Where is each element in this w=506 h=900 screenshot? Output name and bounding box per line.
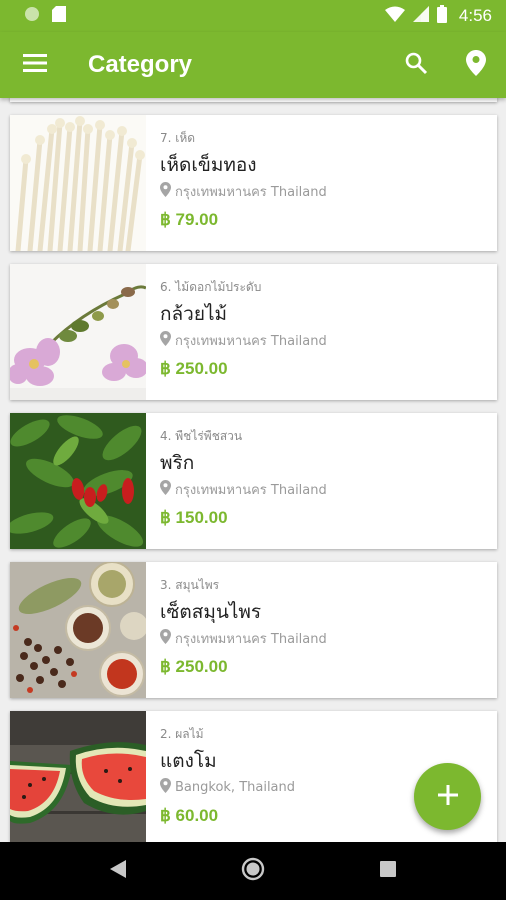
plus-icon: [437, 784, 458, 809]
menu-icon: [23, 53, 47, 77]
system-nav-bar: [0, 842, 506, 900]
chili-plant-image: [10, 413, 146, 549]
home-icon: [241, 857, 265, 885]
item-category: 3. สมุนไพร: [160, 578, 220, 592]
item-list[interactable]: 7. เห็ด เห็ดเข็มทอง กรุงเทพมหานคร Thaila…: [0, 98, 506, 842]
location-pin-icon: [160, 628, 171, 648]
item-category: 6. ไม้ดอกไม้ประดับ: [160, 280, 262, 294]
item-title: พริก: [160, 452, 195, 474]
item-location: กรุงเทพมหานคร Thailand: [175, 631, 327, 647]
status-time: 4:56: [458, 6, 492, 25]
list-item[interactable]: 3. สมุนไพร เซ็ตสมุนไพร กรุงเทพมหานคร Tha…: [10, 562, 497, 698]
item-price: ฿ 79.00: [160, 210, 219, 229]
watermelon-image: [10, 711, 146, 842]
status-bar: 4:56: [0, 0, 506, 32]
item-price: ฿ 250.00: [160, 359, 228, 378]
location-pin-icon: [160, 777, 171, 797]
search-icon: [404, 51, 428, 79]
circle-icon: [24, 6, 40, 26]
item-price: ฿ 250.00: [160, 657, 228, 676]
item-location: กรุงเทพมหานคร Thailand: [175, 184, 327, 200]
item-title: เห็ดเข็มทอง: [160, 154, 257, 176]
sd-card-icon: [52, 6, 66, 26]
recents-button[interactable]: [373, 856, 403, 886]
battery-icon: [436, 5, 447, 27]
item-category: 4. พืชไร่พืชสวน: [160, 429, 243, 443]
item-category: 7. เห็ด: [160, 131, 196, 145]
location-pin-icon: [466, 50, 486, 80]
item-location: กรุงเทพมหานคร Thailand: [175, 333, 327, 349]
location-button[interactable]: [446, 32, 506, 98]
menu-button[interactable]: [0, 32, 70, 98]
item-title: แตงโม: [160, 750, 217, 772]
item-price: ฿ 150.00: [160, 508, 228, 527]
orchid-image: [10, 264, 146, 400]
add-item-button[interactable]: [414, 763, 481, 830]
search-button[interactable]: [386, 32, 446, 98]
item-price: ฿ 60.00: [160, 806, 219, 825]
list-item[interactable]: 7. เห็ด เห็ดเข็มทอง กรุงเทพมหานคร Thaila…: [10, 115, 497, 251]
list-item[interactable]: [10, 98, 497, 102]
back-button[interactable]: [103, 856, 133, 886]
wifi-icon: [384, 6, 405, 26]
recents-icon: [380, 861, 396, 881]
herb-spices-image: [10, 562, 146, 698]
location-pin-icon: [160, 330, 171, 350]
item-category: 2. ผลไม้: [160, 727, 204, 741]
signal-icon: [412, 6, 429, 26]
item-title: กล้วยไม้: [160, 303, 228, 325]
app-bar: Category: [0, 32, 506, 98]
enoki-mushroom-image: [10, 115, 146, 251]
location-pin-icon: [160, 479, 171, 499]
item-location: กรุงเทพมหานคร Thailand: [175, 482, 327, 498]
home-button[interactable]: [238, 856, 268, 886]
list-item[interactable]: 6. ไม้ดอกไม้ประดับ กล้วยไม้ กรุงเทพมหานค…: [10, 264, 497, 400]
location-pin-icon: [160, 181, 171, 201]
list-item[interactable]: 4. พืชไร่พืชสวน พริก กรุงเทพมหานคร Thail…: [10, 413, 497, 549]
back-icon: [110, 860, 126, 882]
item-location: Bangkok, Thailand: [175, 779, 296, 795]
page-title: Category: [88, 51, 193, 78]
item-title: เซ็ตสมุนไพร: [160, 601, 262, 623]
